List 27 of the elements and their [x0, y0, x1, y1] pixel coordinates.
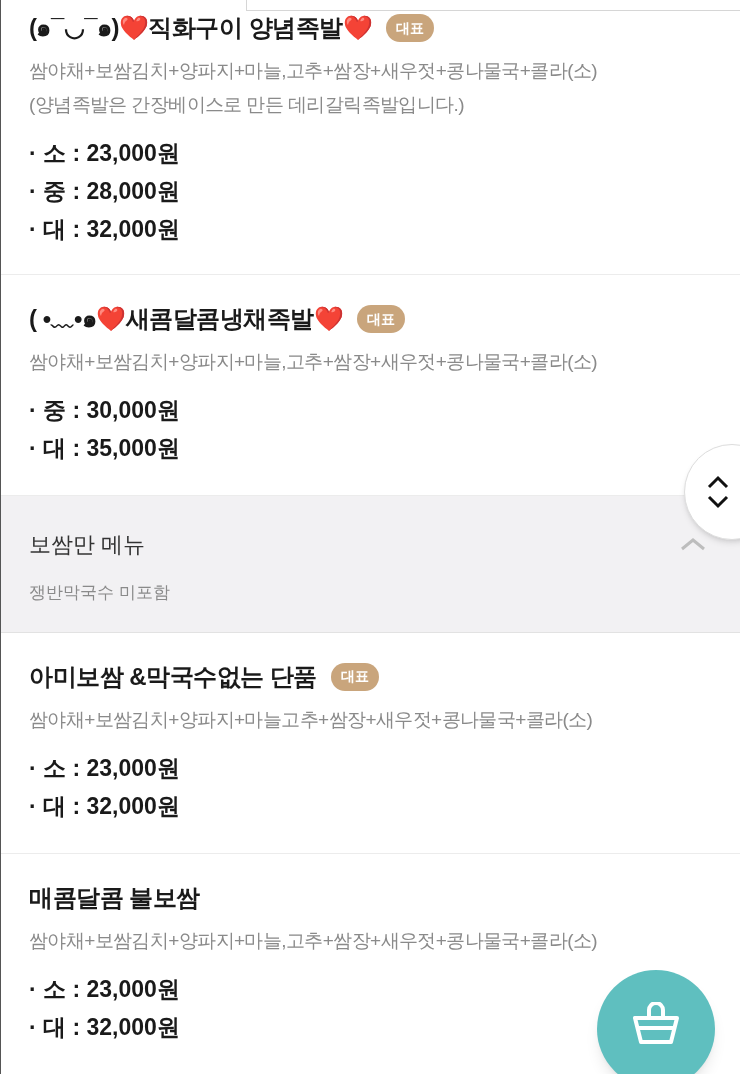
price-line: · 중 : 30,000원: [29, 396, 180, 425]
representative-badge: 대표: [386, 14, 435, 42]
menu-item-title: (๑¯◡¯๑)❤직화구이 양념족발❤: [29, 13, 373, 43]
representative-badge: 대표: [330, 662, 379, 691]
menu-item-description: (양념족발은 간장베이스로 만든 데리갈릭족발입니다.): [29, 93, 465, 117]
menu-item-description: 쌈야채+보쌈김치+양파지+마늘,고추+쌈장+새우젓+콩나물국+콜라(소): [29, 350, 598, 374]
menu-item-description: 쌈야채+보쌈김치+양파지+마늘,고추+쌈장+새우젓+콩나물국+콜라(소): [29, 928, 598, 953]
menu-item-title: 매콤달콤 불보쌈: [29, 882, 200, 913]
menu-item-title: ( •﹏•๑❤새콤달콤냉채족발❤: [29, 304, 344, 334]
section-header[interactable]: 보쌈만 메뉴 쟁반막국수 미포함: [1, 496, 740, 633]
up-down-chevron-icon: [707, 475, 729, 509]
menu-item-description: 쌈야채+보쌈김치+양파지+마늘,고추+쌈장+새우젓+콩나물국+콜라(소): [29, 59, 598, 83]
price-line: · 대 : 35,000원: [29, 434, 180, 463]
section-subtitle: 쟁반막국수 미포함: [29, 582, 171, 604]
price-line: · 소 : 23,000원: [29, 753, 180, 783]
menu-item-description: 쌈야채+보쌈김치+양파지+마늘고추+쌈장+새우젓+콩나물국+콜라(소): [29, 707, 594, 732]
price-line: · 중 : 28,000원: [29, 177, 180, 206]
price-line: · 대 : 32,000원: [29, 791, 180, 821]
price-line: · 소 : 23,000원: [29, 974, 180, 1004]
price-line: · 대 : 32,000원: [29, 1012, 180, 1042]
representative-badge: 대표: [357, 305, 406, 333]
price-line: · 소 : 23,000원: [29, 139, 180, 168]
price-line: · 대 : 32,000원: [29, 215, 180, 244]
menu-item-title: 아미보쌈 &막국수없는 단품: [29, 661, 317, 692]
menu-item[interactable]: 아미보쌈 &막국수없는 단품 대표 쌈야채+보쌈김치+양파지+마늘고추+쌈장+새우젓+콩나물국+콜라(소) · 소 : 23,000원 · 대 : 32,000원: [1, 632, 740, 854]
section-title: 보쌈만 메뉴: [29, 530, 146, 559]
basket-icon: [631, 1002, 681, 1046]
